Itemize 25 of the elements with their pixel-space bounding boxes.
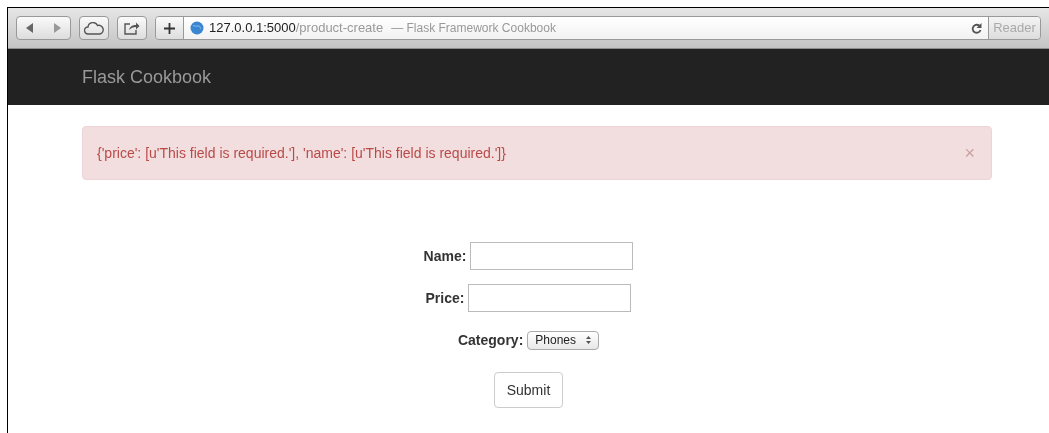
alert-message: {'price': [u'This field is required.'], 'name': [u'This field is required.']}: [97, 143, 507, 163]
plus-icon: [164, 22, 175, 34]
back-icon: [26, 23, 35, 33]
page-title: — Flask Framework Cookbook: [391, 20, 556, 37]
cloud-button[interactable]: [79, 16, 109, 40]
field-label: Price:: [425, 288, 465, 308]
share-button[interactable]: [117, 16, 147, 40]
url-host: 127.0.0.1:5000: [209, 20, 296, 36]
field-label: Name:: [423, 246, 467, 266]
input-field[interactable]: [470, 242, 634, 270]
submit-button[interactable]: Submit: [493, 372, 564, 408]
back-forward-button[interactable]: [16, 16, 71, 40]
reload-icon[interactable]: [971, 22, 982, 34]
input-field[interactable]: [468, 284, 632, 312]
share-icon: [124, 21, 140, 35]
add-bookmark-button[interactable]: [156, 17, 184, 39]
category-dropdown[interactable]: Phones: [527, 330, 600, 350]
updown-arrows-icon: [586, 336, 592, 344]
globe-icon: [190, 21, 204, 35]
cloud-icon: [84, 21, 104, 35]
url-path: /product-create: [295, 20, 384, 36]
navbar-brand[interactable]: Flask Cookbook: [82, 63, 212, 91]
address-bar[interactable]: 127.0.0.1:5000/product-create — Flask Framework Cookbook: [184, 17, 988, 39]
field-label: Category:: [457, 330, 524, 350]
forward-icon: [52, 23, 61, 33]
